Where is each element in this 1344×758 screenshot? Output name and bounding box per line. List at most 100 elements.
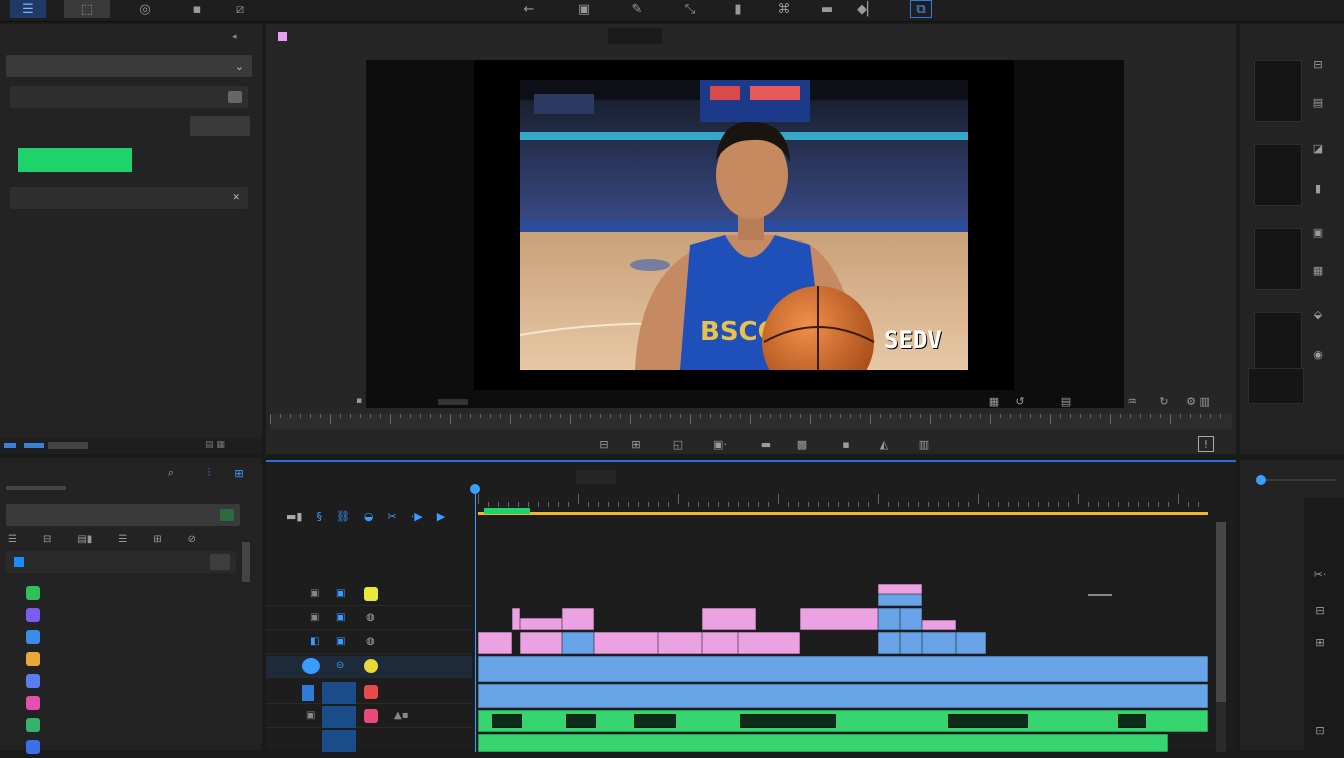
brush-icon[interactable]: ✎ — [625, 0, 649, 18]
crop-icon[interactable]: ▣ — [572, 0, 596, 18]
compare-icon[interactable]: ◭ — [876, 436, 892, 452]
razor-tool-icon[interactable]: ✂· — [1306, 564, 1334, 584]
settings-icons[interactable]: ⚙ ▥ — [1178, 394, 1218, 408]
clip[interactable] — [800, 608, 878, 630]
freeform-view-icon[interactable]: ▤▮ — [77, 534, 92, 548]
slip-tool-icon[interactable]: ⊟ — [1306, 600, 1334, 620]
ripple-icon[interactable]: ▬▮ — [286, 510, 302, 523]
clip[interactable] — [922, 620, 956, 630]
scrollbar-thumb[interactable] — [48, 442, 88, 449]
option-button[interactable] — [190, 116, 250, 136]
layer-icon[interactable]: ▣ — [1310, 224, 1326, 240]
split-icon[interactable]: ▮ — [726, 0, 750, 18]
video-track-clip[interactable] — [478, 684, 1208, 708]
refresh-icon[interactable]: ↻ — [1156, 394, 1172, 408]
collapse-icon[interactable]: ◂ — [232, 32, 237, 42]
effect-thumb[interactable] — [1254, 312, 1302, 374]
track-header[interactable]: ▣ ▣ — [266, 584, 472, 606]
effect-thumb[interactable] — [1254, 60, 1302, 122]
lift-icon[interactable]: ▬ — [758, 436, 774, 452]
slide-tool-icon[interactable]: ⊞ — [1306, 632, 1334, 652]
insert-icon[interactable]: ◱ — [670, 436, 686, 452]
redo-icon[interactable]: ⧄ — [228, 0, 252, 18]
timeline-zoom-field[interactable] — [576, 470, 616, 484]
zoom-tool-icon[interactable]: ⊡ — [1306, 720, 1334, 740]
clip[interactable] — [900, 632, 922, 654]
arrow-left-icon[interactable]: ← — [517, 0, 541, 18]
icon-view-icon[interactable]: ⊟ — [43, 534, 51, 548]
media-search-input[interactable] — [6, 504, 240, 526]
cursor-icon[interactable]: ⬚ — [64, 0, 110, 18]
sort-icon[interactable]: ☰ — [118, 534, 127, 548]
mark-in-icon[interactable]: ⊟ — [596, 436, 612, 452]
clip[interactable] — [520, 618, 562, 630]
marker-icon[interactable]: ▪ — [356, 396, 362, 406]
list-item[interactable] — [0, 582, 240, 604]
work-area-bar[interactable] — [478, 512, 1208, 515]
link-icon[interactable]: ⤡ — [678, 0, 702, 18]
clip[interactable] — [878, 632, 900, 654]
clip[interactable] — [878, 584, 922, 594]
list-item[interactable] — [0, 714, 240, 736]
overwrite-icon[interactable]: ▣· — [710, 436, 730, 452]
list-item[interactable] — [0, 648, 240, 670]
list-item[interactable] — [0, 736, 240, 758]
video-track-clip[interactable] — [478, 656, 1208, 682]
clip[interactable] — [878, 608, 900, 630]
track-header[interactable]: ▣ ▲▪ — [266, 706, 472, 728]
list-item[interactable] — [0, 604, 240, 626]
image-icon[interactable] — [228, 91, 242, 103]
list-item[interactable] — [0, 692, 240, 714]
group-settings-icon[interactable] — [210, 554, 230, 570]
vscroll-thumb[interactable] — [1216, 522, 1226, 702]
clip[interactable] — [512, 608, 520, 630]
filter-icon[interactable]: ⫶ — [202, 466, 216, 480]
safe-margin-icon[interactable]: ▥ — [916, 436, 932, 452]
import-icon[interactable]: ⊟ — [1310, 56, 1326, 72]
snap-icon[interactable]: § — [316, 510, 322, 523]
section-row[interactable]: ✕ — [10, 187, 248, 209]
clip[interactable] — [900, 608, 922, 630]
effect-thumb[interactable] — [1254, 228, 1302, 290]
marker-add-icon[interactable]: ◒ — [364, 510, 374, 523]
pen-icon[interactable]: ⌘ — [772, 0, 796, 18]
search-icon[interactable]: ⌕ — [164, 466, 178, 480]
track-header[interactable]: ⊝ — [266, 656, 472, 678]
scale-icon[interactable]: ◪ — [1310, 140, 1326, 156]
keyframe-icon[interactable]: ·▶ — [411, 510, 423, 523]
audio-icon[interactable]: ♒ — [1122, 394, 1142, 408]
clip[interactable] — [658, 632, 702, 654]
clear-icon[interactable]: ⊘ — [188, 534, 196, 548]
list-item[interactable] — [0, 670, 240, 692]
undo-icon[interactable]: ▪ — [185, 0, 209, 18]
doc-icon[interactable]: ▤ — [1310, 94, 1326, 110]
clip[interactable] — [520, 632, 562, 654]
clip[interactable] — [594, 632, 658, 654]
loop-icon[interactable]: ↺ — [1012, 394, 1028, 408]
camera-icon[interactable]: ▪ — [838, 436, 854, 452]
close-icon[interactable]: ✕ — [232, 193, 240, 203]
marker-icon[interactable]: ◆▏ — [850, 0, 884, 18]
transition-icon[interactable]: ▬ — [815, 0, 839, 18]
pin-icon[interactable]: ⬙ — [1310, 306, 1326, 322]
razor-icon[interactable]: ✂ — [388, 510, 397, 523]
clip[interactable] — [738, 632, 800, 654]
scrub-ruler[interactable] — [270, 414, 1232, 430]
clip[interactable] — [878, 594, 922, 606]
export-icon[interactable]: ⧉ — [910, 0, 932, 18]
track-header[interactable]: ◧ ▣ ◍ — [266, 632, 472, 654]
clip[interactable] — [922, 632, 956, 654]
clip[interactable] — [702, 632, 738, 654]
lock-icon[interactable]: ▮ — [1310, 180, 1326, 196]
link-clips-icon[interactable]: ⛓ — [336, 510, 350, 523]
media-scrollbar[interactable] — [242, 542, 250, 582]
stack-icon[interactable]: ▦ — [1310, 262, 1326, 278]
list-item[interactable] — [0, 626, 240, 648]
clip[interactable] — [478, 632, 512, 654]
add-media-icon[interactable]: ⊞ — [232, 466, 246, 480]
menu-icon[interactable]: ☰ — [10, 0, 46, 18]
zoom-field[interactable] — [608, 28, 662, 44]
search-field[interactable] — [10, 86, 248, 108]
audio-track-clip[interactable] — [478, 734, 1168, 752]
record-icon[interactable]: ◎ — [130, 0, 160, 18]
